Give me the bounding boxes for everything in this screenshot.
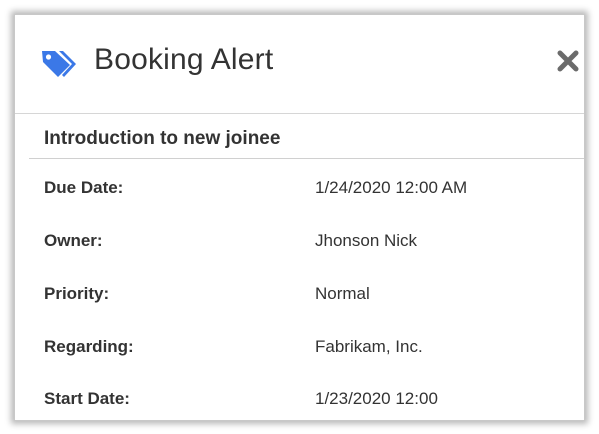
- booking-alert-dialog: Booking Alert Introduction to new joinee…: [14, 14, 585, 421]
- tag-icon: [42, 51, 76, 77]
- field-label: Priority:: [44, 284, 110, 303]
- section-divider: [29, 158, 584, 159]
- field-value: Jhonson Nick: [315, 231, 418, 250]
- field-value: 1/23/2020 12:00: [315, 389, 438, 408]
- field-value: Normal: [315, 284, 370, 303]
- dialog-title: Booking Alert: [94, 43, 274, 76]
- section-title: Introduction to new joinee: [44, 128, 281, 149]
- field-row-regarding: Regarding: Fabrikam, Inc.: [15, 337, 584, 367]
- field-row-owner: Owner: Jhonson Nick: [15, 231, 584, 261]
- field-label: Regarding:: [44, 337, 134, 356]
- field-label: Start Date:: [44, 389, 130, 408]
- field-value: Fabrikam, Inc.: [315, 337, 423, 356]
- field-row-start-date: Start Date: 1/23/2020 12:00: [15, 389, 584, 419]
- field-value: 1/24/2020 12:00 AM: [315, 178, 468, 197]
- close-icon[interactable]: [556, 49, 580, 73]
- dialog-header: Booking Alert: [15, 15, 584, 114]
- field-row-due-date: Due Date: 1/24/2020 12:00 AM: [15, 178, 584, 208]
- field-label: Owner:: [44, 231, 103, 250]
- field-label: Due Date:: [44, 178, 124, 197]
- field-row-priority: Priority: Normal: [15, 284, 584, 314]
